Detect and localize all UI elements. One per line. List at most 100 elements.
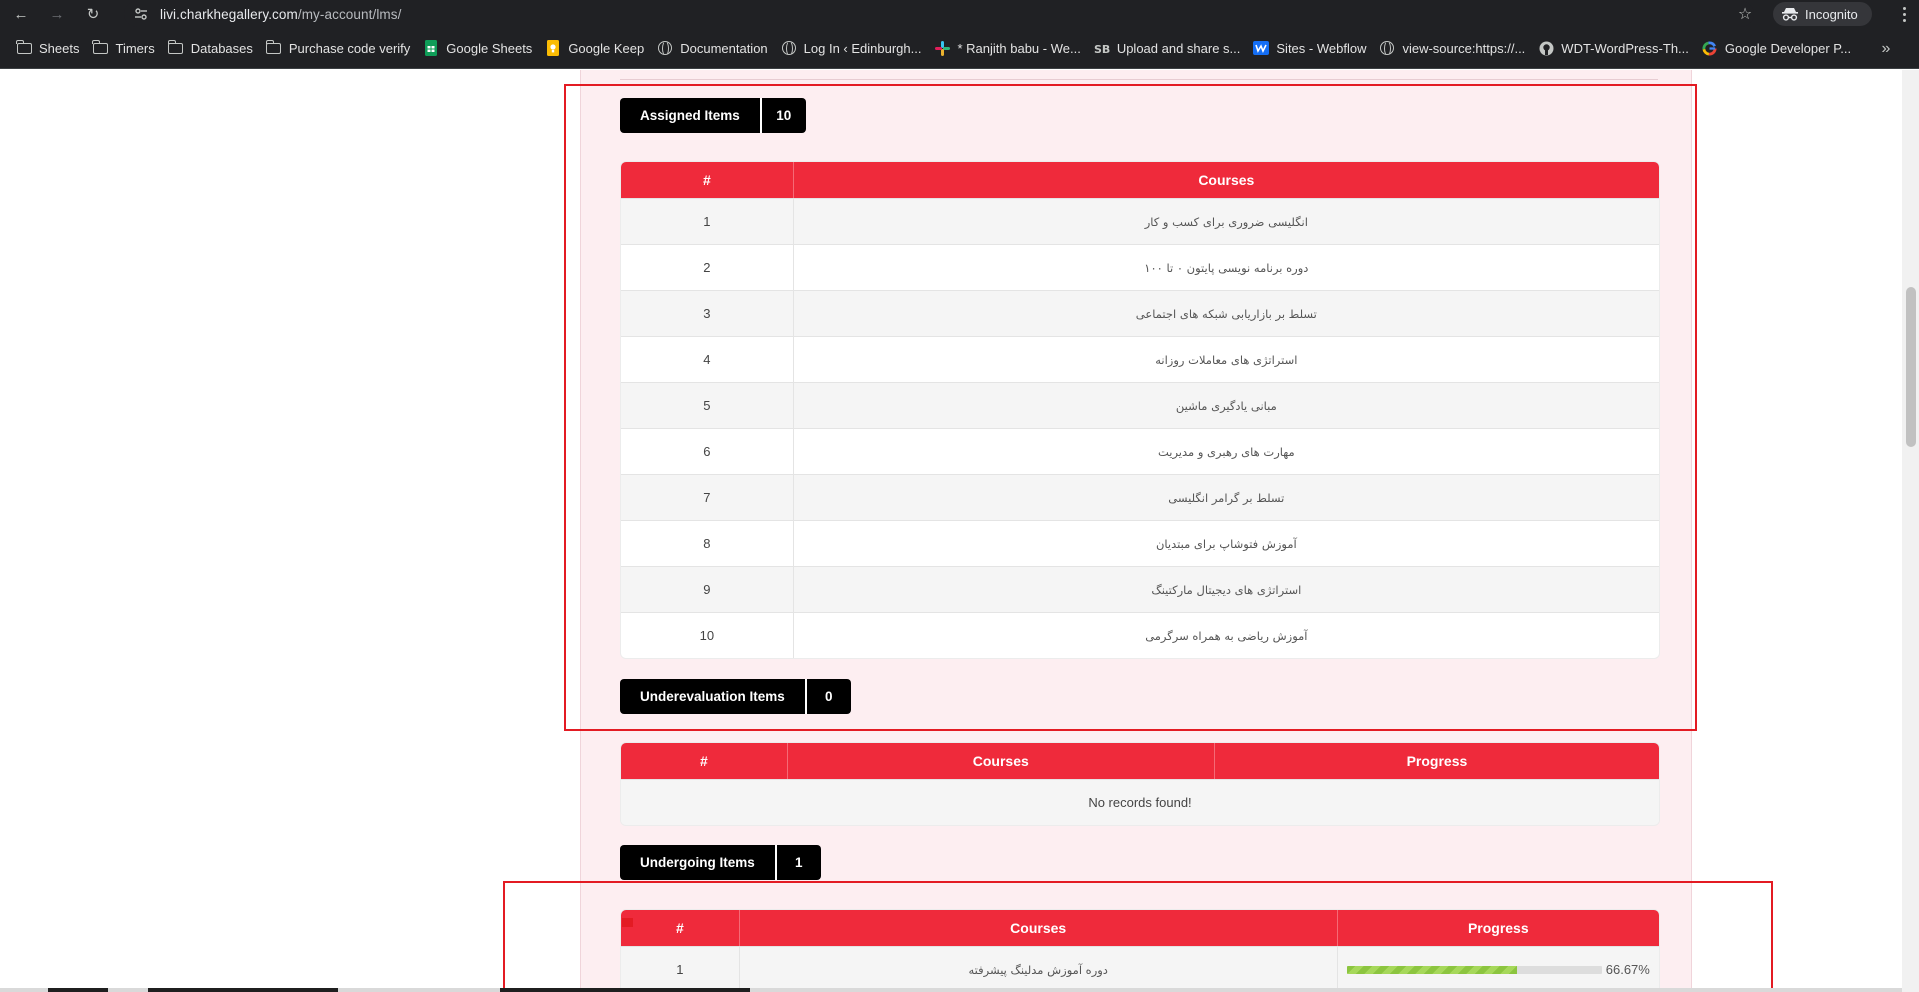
assigned-items-table: # Courses 1 انگلیسی ضروری برای کسب و کار 2…	[620, 161, 1660, 659]
bookmark-label: Purchase code verify	[288, 40, 411, 56]
undergoing-items-table: # Courses Progress 1 دوره آموزش مدلینگ پی…	[620, 909, 1660, 992]
row-number: 4	[621, 337, 794, 382]
table-header: # Courses Progress	[621, 910, 1659, 946]
row-number: 3	[621, 291, 794, 336]
progress-percentage: 66.67%	[1605, 962, 1650, 977]
bookmark-item[interactable]: * Ranjith babu - We...	[930, 35, 1089, 61]
bookmark-label: Upload and share s...	[1116, 40, 1241, 56]
bookmark-item[interactable]: Sites - Webflow	[1249, 35, 1375, 61]
row-number: 5	[621, 383, 794, 428]
bookmark-item[interactable]: Google Developer P...	[1698, 35, 1860, 61]
table-row: 10 آموزش ریاضی به همراه سرگرمی	[621, 612, 1659, 658]
underevaluation-items-label: Underevaluation Items	[620, 679, 807, 714]
bookmark-item[interactable]: WDT-WordPress-Th...	[1534, 35, 1698, 61]
no-records-message: No records found!	[621, 779, 1659, 825]
bookmark-label: Databases	[190, 40, 253, 56]
folder-icon	[265, 39, 282, 56]
svg-text:SB: SB	[1094, 43, 1110, 55]
incognito-label: Incognito	[1805, 6, 1858, 22]
table-header: # Courses	[621, 162, 1659, 198]
forward-arrow-icon[interactable]: →	[46, 3, 68, 25]
folder-icon	[167, 39, 184, 56]
progress-indicator: 66.67%	[1338, 962, 1659, 977]
column-header-progress: Progress	[1406, 753, 1468, 769]
site-info-icon[interactable]	[130, 3, 152, 25]
globe-icon	[781, 40, 797, 56]
table-row: 2 دوره برنامه نویسی پایتون ۰ تا ۱۰۰	[621, 244, 1659, 290]
table-row: 3 تسلط بر بازاریابی شبکه های اجتماعی	[621, 290, 1659, 336]
column-header-progress: Progress	[1467, 920, 1529, 936]
address-bar[interactable]: livi.charkhegallery.com/my-account/lms/	[124, 1, 1754, 27]
table-row: 1 انگلیسی ضروری برای کسب و کار	[621, 198, 1659, 244]
bookmark-item[interactable]: Log In ‹ Edinburgh...	[777, 35, 931, 61]
bookmark-item[interactable]: view-source:https://...	[1375, 35, 1534, 61]
progress-cell: 66.67%	[1338, 947, 1659, 992]
bookmark-item[interactable]: Google Keep	[541, 35, 653, 61]
bookmark-label: Documentation	[680, 40, 768, 56]
bookmark-item[interactable]: Databases	[164, 35, 262, 61]
globe-icon	[1379, 40, 1395, 56]
course-name: تسلط بر گرامر انگلیسی	[1168, 490, 1285, 505]
incognito-icon	[1781, 5, 1799, 23]
bookmark-label: Sheets	[39, 40, 80, 56]
row-number: 1	[621, 199, 794, 244]
webflow-icon	[1253, 40, 1270, 56]
bookmark-item[interactable]: Timers	[88, 35, 163, 61]
course-name: آموزش فتوشاپ برای مبتدیان	[1155, 536, 1297, 551]
bookmark-label: Google Keep	[568, 40, 645, 56]
reload-icon[interactable]: ↻	[82, 3, 104, 25]
table-row: 8 آموزش فتوشاپ برای مبتدیان	[621, 520, 1659, 566]
globe-icon	[657, 40, 673, 56]
browser-menu-icon[interactable]	[1895, 3, 1913, 25]
underevaluation-items-badge: Underevaluation Items 0	[620, 679, 851, 714]
row-number: 9	[621, 567, 794, 612]
table-header: # Courses Progress	[621, 743, 1659, 779]
bookmark-item[interactable]: Documentation	[653, 35, 776, 61]
row-number: 7	[621, 475, 794, 520]
column-header-number: #	[621, 162, 794, 198]
bookmark-item[interactable]: SB Upload and share s...	[1090, 35, 1250, 61]
bookmark-item[interactable]: Sheets	[12, 35, 88, 61]
assigned-items-label: Assigned Items	[620, 98, 762, 133]
course-name: دوره آموزش مدلینگ پیشرفته	[740, 947, 1338, 992]
row-number: 8	[621, 521, 794, 566]
underevaluation-items-table: # Courses Progress No records found!	[620, 742, 1660, 826]
slack-icon	[934, 40, 950, 56]
course-name: استراتژی های معاملات روزانه	[1155, 352, 1298, 367]
bookmark-label: Google Developer P...	[1724, 40, 1852, 56]
course-name: آموزش ریاضی به همراه سرگرمی	[1145, 628, 1308, 643]
bookmark-item[interactable]: Purchase code verify	[262, 35, 419, 61]
annotation-marker	[622, 918, 633, 927]
column-header-number: #	[621, 743, 788, 779]
section-divider	[620, 79, 1658, 80]
table-row: 9 استراتژی های دیجیتال مارکتینگ	[621, 566, 1659, 612]
course-name: دوره برنامه نویسی پایتون ۰ تا ۱۰۰	[1144, 260, 1309, 275]
row-number: 10	[621, 613, 794, 658]
url-path: /my-account/lms/	[297, 6, 402, 22]
page-scrollbar[interactable]	[1902, 70, 1919, 992]
page-content: Assigned Items 10 # Courses 1 انگلیسی ضرو…	[0, 70, 1902, 992]
bookmarks-overflow-icon[interactable]: »	[1874, 37, 1898, 61]
row-number: 6	[621, 429, 794, 474]
bookmark-star-icon[interactable]: ☆	[1734, 3, 1756, 25]
scrollbar-thumb[interactable]	[1906, 287, 1916, 447]
table-row: 4 استراتژی های معاملات روزانه	[621, 336, 1659, 382]
table-row: 7 تسلط بر گرامر انگلیسی	[621, 474, 1659, 520]
course-name: استراتژی های دیجیتال مارکتینگ	[1151, 582, 1302, 597]
course-name: مبانی یادگیری ماشین	[1175, 398, 1277, 413]
incognito-indicator[interactable]: Incognito	[1773, 2, 1872, 26]
row-number: 1	[621, 947, 740, 992]
bookmark-label: WDT-WordPress-Th...	[1561, 40, 1689, 56]
table-body: 1 انگلیسی ضروری برای کسب و کار 2 دوره برنام…	[621, 198, 1659, 658]
table-row: 6 مهارت های رهبری و مدیریت	[621, 428, 1659, 474]
table-row: 1 دوره آموزش مدلینگ پیشرفته 66.67%	[621, 946, 1659, 992]
bookmark-label: * Ranjith babu - We...	[957, 40, 1081, 56]
browser-toolbar: ← → ↻ livi.charkhegallery.com/my-account…	[0, 0, 1919, 28]
back-arrow-icon[interactable]: ←	[10, 3, 32, 25]
column-header-number: #	[621, 910, 740, 946]
undergoing-items-count: 1	[795, 855, 803, 870]
bookmark-item[interactable]: Google Sheets	[419, 35, 541, 61]
github-icon	[1538, 40, 1554, 56]
bookmark-label: view-source:https://...	[1402, 40, 1526, 56]
bottom-edge-strip	[0, 988, 1902, 992]
